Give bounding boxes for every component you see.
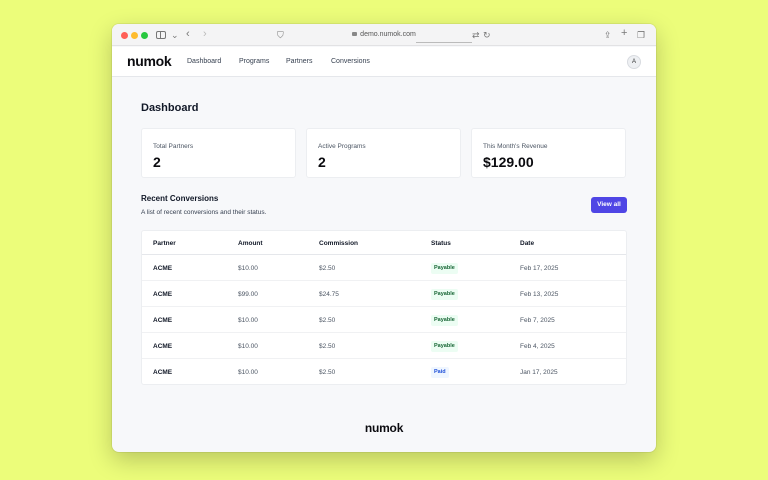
- table-row: ACME $10.00 $2.50 Paid Jan 17, 2025: [142, 359, 626, 384]
- back-icon[interactable]: ‹: [186, 28, 190, 40]
- tabs-overview-icon[interactable]: ❐: [637, 29, 645, 41]
- maximize-window-button[interactable]: [141, 32, 148, 39]
- close-window-button[interactable]: [121, 32, 128, 39]
- cell-amount: $10.00: [238, 265, 258, 272]
- cell-date: Feb 17, 2025: [520, 265, 559, 272]
- cell-amount: $10.00: [238, 317, 258, 324]
- view-all-button[interactable]: View all: [591, 197, 627, 213]
- status-badge: Paid: [431, 367, 449, 378]
- stat-label: This Month's Revenue: [483, 143, 548, 150]
- cell-date: Feb 7, 2025: [520, 317, 555, 324]
- stat-value: 2: [318, 154, 326, 170]
- shield-icon[interactable]: ⛉: [277, 29, 284, 41]
- conversions-table: Partner Amount Commission Status Date AC…: [141, 230, 627, 385]
- stat-label: Active Programs: [318, 143, 366, 150]
- column-header-amount: Amount: [238, 240, 263, 247]
- page-load-indicator: [416, 42, 472, 43]
- cell-commission: $2.50: [319, 369, 336, 376]
- app-logo[interactable]: numok: [127, 52, 172, 70]
- address-bar[interactable]: demo.numok.com: [308, 29, 460, 41]
- stat-card-monthly-revenue: This Month's Revenue $129.00: [471, 128, 626, 178]
- stat-value: 2: [153, 154, 161, 170]
- column-header-partner: Partner: [153, 240, 176, 247]
- stat-label: Total Partners: [153, 143, 194, 150]
- cell-commission: $2.50: [319, 317, 336, 324]
- cell-date: Feb 13, 2025: [520, 291, 559, 298]
- table-header: Partner Amount Commission Status Date: [142, 231, 626, 255]
- table-row: ACME $10.00 $2.50 Payable Feb 17, 2025: [142, 255, 626, 281]
- cell-partner: ACME: [153, 343, 173, 350]
- section-subtitle: A list of recent conversions and their s…: [141, 209, 267, 216]
- cell-partner: ACME: [153, 317, 173, 324]
- share-icon[interactable]: ⇪: [604, 29, 612, 41]
- column-header-commission: Commission: [319, 240, 359, 247]
- url-text: demo.numok.com: [360, 31, 416, 38]
- cell-amount: $10.00: [238, 369, 258, 376]
- cell-commission: $24.75: [319, 291, 339, 298]
- status-badge: Payable: [431, 263, 458, 274]
- lock-icon: [352, 32, 358, 36]
- avatar[interactable]: A: [627, 55, 641, 69]
- reload-icon[interactable]: ↻: [483, 29, 491, 41]
- stat-card-active-programs: Active Programs 2: [306, 128, 461, 178]
- cell-partner: ACME: [153, 369, 173, 376]
- status-badge: Payable: [431, 315, 458, 326]
- table-row: ACME $10.00 $2.50 Payable Feb 4, 2025: [142, 333, 626, 359]
- nav-link-programs[interactable]: Programs: [239, 57, 269, 67]
- nav-link-conversions[interactable]: Conversions: [331, 57, 370, 67]
- browser-window: ⌄ ‹ › ⛉ demo.numok.com ⇄ ↻ ⇪ + ❐ numok D…: [112, 24, 656, 452]
- app-navbar: numok Dashboard Programs Partners Conver…: [112, 47, 656, 77]
- browser-toolbar: ⌄ ‹ › ⛉ demo.numok.com ⇄ ↻ ⇪ + ❐: [112, 24, 656, 46]
- minimize-window-button[interactable]: [131, 32, 138, 39]
- cell-commission: $2.50: [319, 265, 336, 272]
- new-tab-icon[interactable]: +: [621, 27, 627, 39]
- cell-partner: ACME: [153, 291, 173, 298]
- cell-amount: $99.00: [238, 291, 258, 298]
- cell-partner: ACME: [153, 265, 173, 272]
- nav-link-dashboard[interactable]: Dashboard: [187, 57, 221, 67]
- table-row: ACME $99.00 $24.75 Payable Feb 13, 2025: [142, 281, 626, 307]
- stat-value: $129.00: [483, 154, 534, 170]
- cell-date: Jan 17, 2025: [520, 369, 558, 376]
- chevron-down-icon[interactable]: ⌄: [171, 29, 179, 41]
- translate-icon[interactable]: ⇄: [472, 29, 480, 41]
- section-title: Recent Conversions: [141, 194, 219, 203]
- cell-commission: $2.50: [319, 343, 336, 350]
- column-header-date: Date: [520, 240, 535, 247]
- cell-date: Feb 4, 2025: [520, 343, 555, 350]
- status-badge: Payable: [431, 289, 458, 300]
- table-row: ACME $10.00 $2.50 Payable Feb 7, 2025: [142, 307, 626, 333]
- status-badge: Payable: [431, 341, 458, 352]
- footer-logo: numok: [364, 421, 404, 435]
- cell-amount: $10.00: [238, 343, 258, 350]
- sidebar-toggle-icon[interactable]: [156, 31, 166, 39]
- stat-card-total-partners: Total Partners 2: [141, 128, 296, 178]
- nav-link-partners[interactable]: Partners: [286, 57, 312, 67]
- page-title: Dashboard: [141, 102, 199, 114]
- column-header-status: Status: [431, 240, 451, 247]
- forward-icon[interactable]: ›: [203, 28, 207, 40]
